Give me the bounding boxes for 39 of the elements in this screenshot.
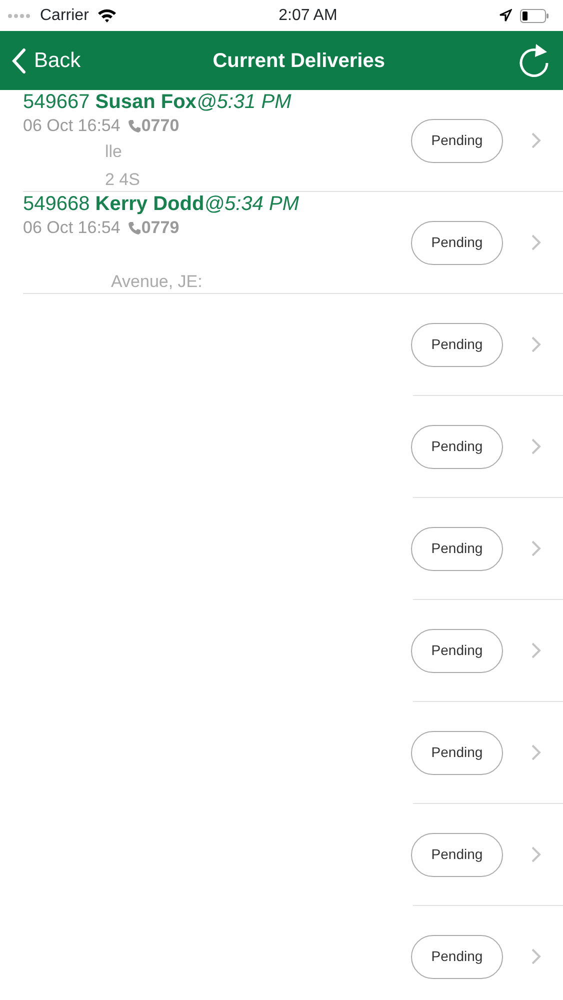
status-button[interactable]: Pending: [411, 220, 503, 264]
phone-icon: [128, 119, 142, 133]
back-button[interactable]: Back: [12, 44, 81, 76]
chevron-right-icon[interactable]: [531, 744, 541, 761]
chevron-right-icon[interactable]: [531, 846, 541, 863]
order-date: 06 Oct 16:54: [23, 217, 120, 239]
chevron-right-icon[interactable]: [531, 336, 541, 353]
chevron-right-icon[interactable]: [531, 132, 541, 149]
phone-number: 0770: [141, 115, 180, 137]
chevron-right-icon[interactable]: [531, 438, 541, 455]
chevron-right-icon[interactable]: [531, 948, 541, 965]
status-button[interactable]: Pending: [411, 628, 503, 672]
status-button[interactable]: Pending: [411, 118, 503, 162]
address-line: Avenue, JE:: [111, 272, 202, 291]
status-button[interactable]: Pending: [411, 832, 503, 876]
status-button[interactable]: Pending: [411, 934, 503, 978]
phone-number: 0779: [141, 217, 180, 239]
chevron-right-icon[interactable]: [531, 642, 541, 659]
status-button[interactable]: Pending: [411, 424, 503, 468]
delivery-heading: 549668 Kerry Dodd@5:34 PM: [23, 192, 300, 216]
location-arrow-icon: [499, 9, 512, 22]
signal-icon: [8, 14, 32, 18]
screen-title: Current Deliveries: [212, 48, 385, 74]
back-chevron-icon: [12, 48, 26, 74]
address-line: 2 4S: [105, 170, 140, 189]
status-button[interactable]: Pending: [411, 322, 503, 366]
status-button[interactable]: Pending: [411, 730, 503, 774]
order-date: 06 Oct 16:54: [23, 115, 120, 137]
chevron-right-icon[interactable]: [531, 540, 541, 557]
battery-icon: [520, 8, 549, 22]
carrier-name: Carrier: [40, 6, 89, 26]
address-line: lle: [105, 142, 122, 161]
status-time: 2:07 AM: [278, 6, 338, 26]
delivery-heading: 549667 Susan Fox@5:31 PM: [23, 90, 292, 114]
phone-icon: [128, 221, 142, 235]
refresh-icon[interactable]: [516, 42, 551, 78]
wifi-icon: [96, 8, 117, 23]
chevron-right-icon[interactable]: [531, 234, 541, 251]
status-button[interactable]: Pending: [411, 526, 503, 570]
